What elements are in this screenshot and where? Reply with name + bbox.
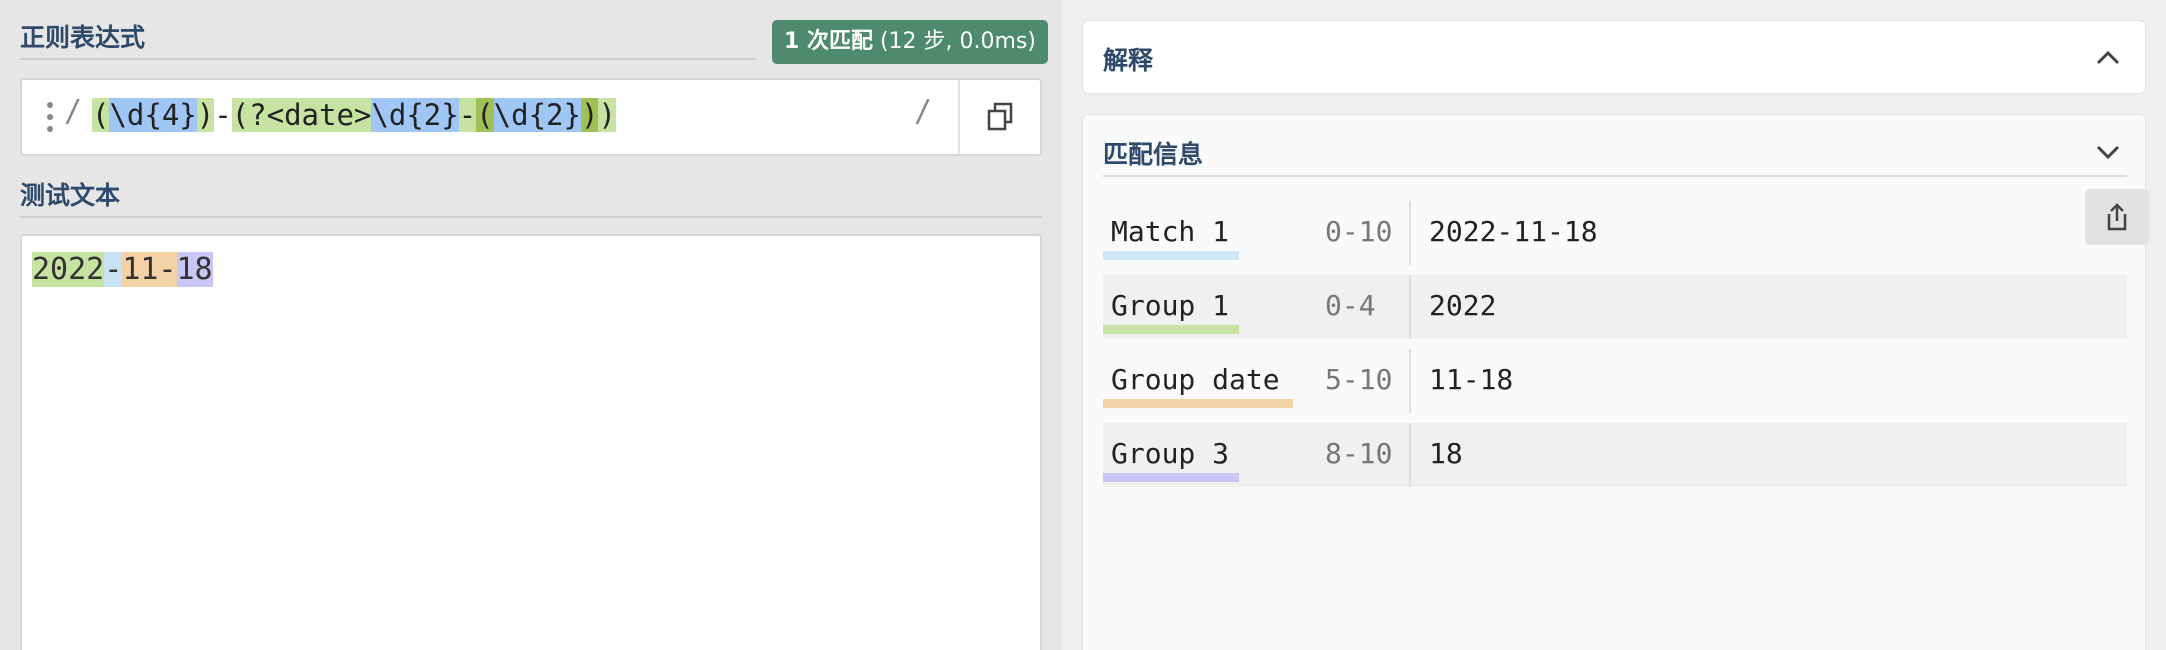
copy-button[interactable] — [958, 80, 1040, 154]
regex-input[interactable]: / (\d{4})-(?<date>\d{2}-(\d{2})) / — [20, 78, 1042, 156]
group-row[interactable]: Group 1 0-4 2022 — [1103, 275, 2127, 339]
group-color-bar — [1103, 473, 1239, 482]
regex-token: - — [458, 98, 477, 132]
test-title-divider — [20, 216, 1042, 218]
test-text-segment: 11- — [122, 252, 177, 287]
group-value: 2022 — [1429, 289, 1497, 322]
match-count: 1 次匹配 — [784, 29, 873, 54]
regex-token: ) — [580, 98, 599, 132]
column-divider — [1409, 349, 1411, 413]
chevron-down-icon[interactable] — [2095, 139, 2121, 165]
test-text-segment: - — [104, 252, 123, 287]
regex-token: ) — [598, 98, 616, 132]
regex-token: \d{2} — [493, 98, 581, 132]
regex-expression[interactable]: (\d{4})-(?<date>\d{2}-(\d{2})) — [92, 96, 616, 134]
group-row[interactable]: Group 3 8-10 18 — [1103, 423, 2127, 487]
explanation-panel[interactable]: 解释 — [1082, 20, 2146, 94]
match-info-title: 匹配信息 — [1103, 140, 1204, 169]
group-color-bar — [1103, 325, 1239, 334]
regex-delimiter-close: / — [914, 94, 933, 129]
explanation-title: 解释 — [1103, 46, 1154, 75]
test-text-segment: 18 — [176, 252, 213, 287]
drag-handle-icon[interactable] — [46, 102, 54, 132]
match-detail: (12 步, 0.0ms) — [872, 29, 1036, 54]
match-count-badge: 1 次匹配 (12 步, 0.0ms) — [772, 20, 1048, 64]
regex-token: \d{2} — [371, 98, 459, 132]
column-divider — [1409, 201, 1411, 265]
regex-token: ( — [92, 98, 110, 132]
match-row[interactable]: Match 1 0-10 2022-11-18 — [1103, 201, 2127, 265]
group-row[interactable]: Group date 5-10 11-18 — [1103, 349, 2127, 413]
group-color-bar — [1103, 399, 1293, 408]
group-value: 11-18 — [1429, 363, 1514, 396]
match-info-panel: 匹配信息 Match 1 0-10 2022-11-18 Group 1 0-4… — [1082, 114, 2149, 650]
match-name: Match 1 — [1111, 215, 1230, 248]
match-range: 0-10 — [1325, 215, 1393, 248]
match-color-bar — [1103, 251, 1239, 260]
group-name: Group 1 — [1111, 289, 1230, 322]
regex-token: ) — [196, 98, 215, 132]
regex-token: \d{4} — [109, 98, 197, 132]
group-name: Group date — [1111, 363, 1280, 396]
test-string-text[interactable]: 2022-11-18 — [32, 250, 213, 290]
sidebar-pane: 解释 匹配信息 Match 1 0-10 2022-11-18 Group 1 … — [1062, 0, 2166, 650]
column-divider — [1409, 275, 1411, 339]
match-value: 2022-11-18 — [1429, 215, 1598, 248]
group-range: 0-4 — [1325, 289, 1376, 322]
group-range: 8-10 — [1325, 437, 1393, 470]
regex-token: ( — [476, 98, 494, 132]
regex-token: (?<date> — [231, 98, 372, 132]
regex-delimiter-open: / — [64, 94, 83, 129]
test-string-input[interactable]: 2022-11-18 — [20, 234, 1042, 650]
chevron-up-icon[interactable] — [2095, 45, 2121, 71]
regex-section-title: 正则表达式 — [20, 23, 146, 52]
column-divider — [1409, 423, 1411, 487]
group-value: 18 — [1429, 437, 1463, 470]
regex-token: - — [214, 98, 232, 132]
group-range: 5-10 — [1325, 363, 1393, 396]
test-string-title: 测试文本 — [20, 181, 121, 210]
copy-icon — [987, 102, 1013, 131]
test-text-segment: 2022 — [32, 252, 105, 287]
group-name: Group 3 — [1111, 437, 1230, 470]
regex-title-divider — [20, 58, 756, 60]
match-info-divider — [1103, 175, 2127, 177]
editor-pane: 正则表达式 1 次匹配 (12 步, 0.0ms) / (\d{4})-(?<d… — [0, 0, 1062, 650]
